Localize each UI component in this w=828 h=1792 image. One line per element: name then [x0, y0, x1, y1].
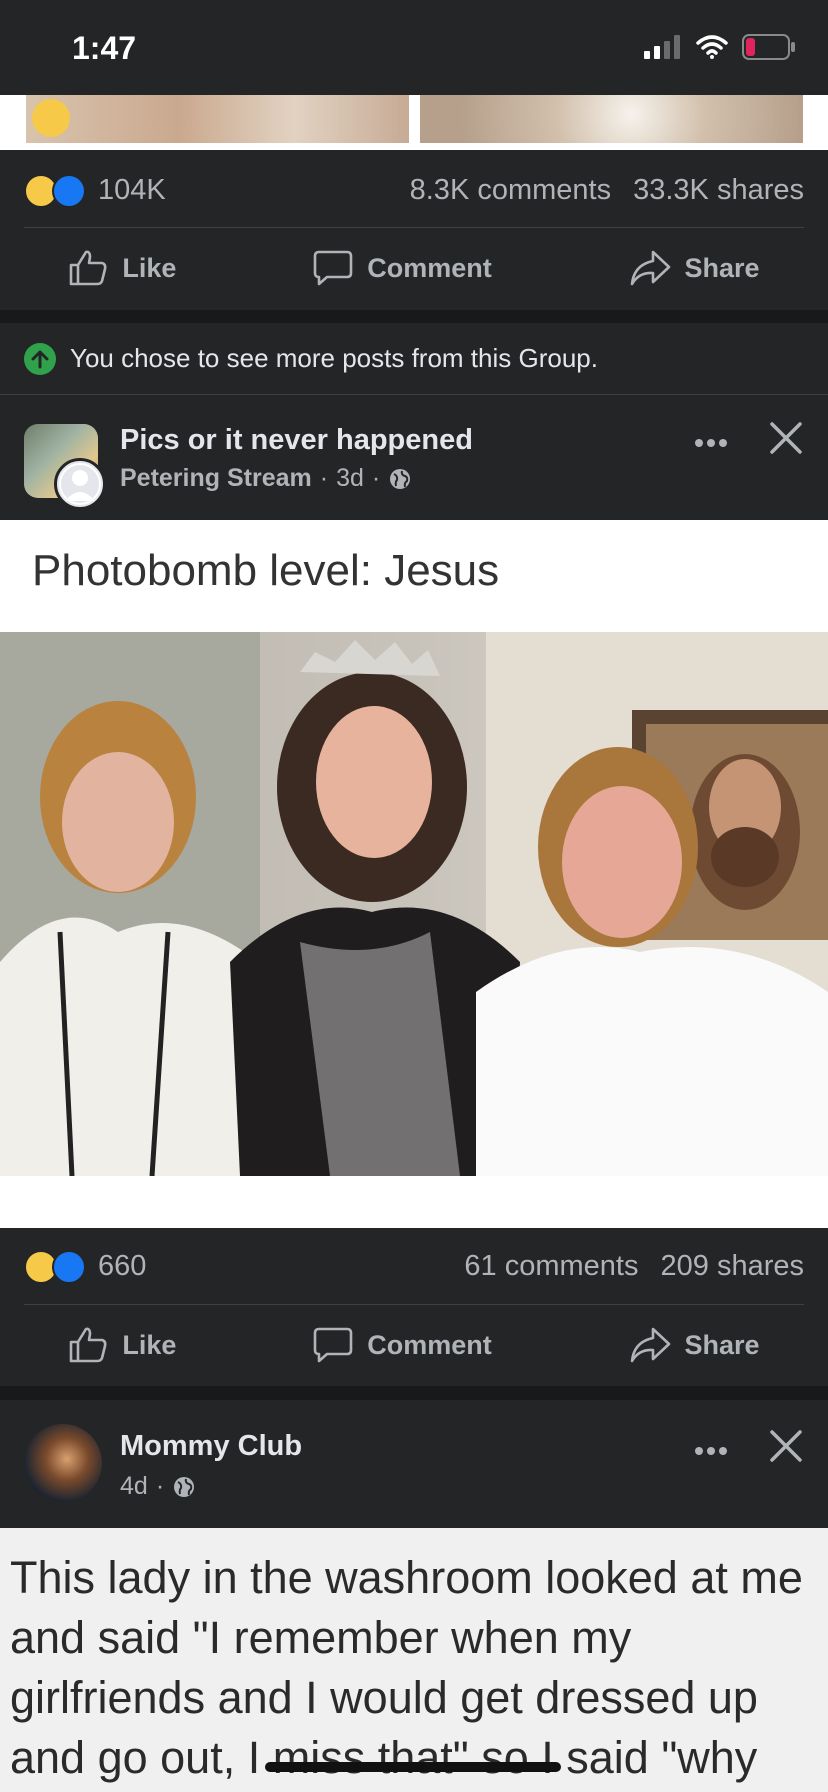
post-stats: 660 61 comments 209 shares	[24, 1236, 804, 1296]
meta-separator: ·	[371, 464, 381, 492]
globe-icon	[174, 1476, 195, 1497]
user-placeholder-icon	[59, 463, 101, 505]
comments-count[interactable]: 8.3K comments	[410, 174, 611, 207]
post-header: Pics or it never happened Petering Strea…	[0, 396, 828, 520]
post-image-text: This lady in the washroom looked at me a…	[10, 1552, 803, 1783]
like-label: Like	[122, 252, 177, 283]
author-avatar[interactable]	[54, 458, 106, 510]
more-options-icon	[695, 439, 727, 447]
comment-bubble-icon	[313, 1327, 353, 1363]
like-label: Like	[122, 1329, 177, 1360]
reactions-summary[interactable]: 104K	[24, 172, 166, 208]
like-button[interactable]: Like	[68, 249, 176, 287]
post-footer: 660 61 comments 209 shares Like Comment …	[0, 1228, 828, 1386]
photo-content	[0, 632, 828, 1176]
more-options-icon	[695, 1447, 727, 1455]
comments-count[interactable]: 61 comments	[464, 1250, 638, 1283]
status-icons	[644, 34, 796, 60]
group-notice: You chose to see more posts from this Gr…	[0, 323, 828, 395]
post-actions: Like Comment Share	[0, 228, 828, 308]
meta-separator: ·	[319, 464, 329, 492]
post-time[interactable]: 3d	[336, 464, 364, 493]
laughing-emoji-icon	[32, 99, 70, 137]
comment-button[interactable]: Comment	[313, 249, 492, 287]
photo-thumbnail[interactable]	[420, 95, 803, 143]
post-image-bottom	[0, 1176, 828, 1228]
close-icon	[770, 422, 802, 454]
share-button[interactable]: Share	[629, 249, 760, 287]
thumbs-up-icon	[70, 1327, 107, 1363]
group-name[interactable]: Pics or it never happened	[120, 424, 473, 457]
post-meta: 4d ·	[120, 1472, 196, 1501]
author-name[interactable]: Petering Stream	[120, 464, 312, 493]
wifi-icon	[696, 35, 728, 59]
post-header: Mommy Club 4d ·	[0, 1400, 828, 1528]
share-label: Share	[684, 1329, 760, 1360]
previous-post-photos[interactable]	[0, 95, 828, 150]
more-options-button[interactable]	[694, 1430, 728, 1464]
comment-button[interactable]: Comment	[313, 1326, 492, 1364]
reactions-summary[interactable]: 660	[24, 1248, 146, 1284]
status-bar: 1:47	[0, 0, 828, 95]
comment-bubble-icon	[313, 250, 353, 286]
like-reaction-icon	[52, 1250, 86, 1284]
close-icon	[770, 1430, 802, 1462]
post-caption: Photobomb level: Jesus	[32, 546, 500, 595]
thumbs-up-icon	[70, 250, 107, 286]
battery-low-icon	[742, 34, 795, 60]
shares-count[interactable]: 33.3K shares	[633, 174, 804, 207]
globe-icon	[390, 468, 411, 489]
group-avatar[interactable]	[24, 1424, 102, 1502]
notice-text: You chose to see more posts from this Gr…	[70, 343, 598, 373]
home-indicator[interactable]	[265, 1762, 561, 1772]
post-stats: 104K 8.3K comments 33.3K shares	[24, 160, 804, 220]
meta-separator: ·	[155, 1472, 165, 1500]
hide-post-button[interactable]	[768, 1428, 804, 1469]
like-button[interactable]: Like	[68, 1326, 176, 1364]
status-time: 1:47	[72, 30, 137, 66]
photo-thumbnail[interactable]	[26, 95, 409, 143]
post-footer: 104K 8.3K comments 33.3K shares Like Com…	[0, 150, 828, 310]
share-arrow-icon	[630, 1327, 670, 1363]
post-image[interactable]: This lady in the washroom looked at me a…	[0, 1528, 828, 1792]
feed-separator	[0, 310, 828, 323]
post-time[interactable]: 4d	[120, 1472, 148, 1501]
group-name[interactable]: Mommy Club	[120, 1430, 302, 1463]
more-options-button[interactable]	[694, 422, 728, 456]
share-label: Share	[684, 252, 760, 283]
post-photo[interactable]	[0, 632, 828, 1176]
up-arrow-icon	[24, 342, 56, 375]
signal-bars-icon	[644, 35, 680, 59]
share-button[interactable]: Share	[629, 1326, 760, 1364]
reaction-count: 660	[98, 1249, 147, 1282]
share-arrow-icon	[630, 250, 670, 286]
comment-label: Comment	[367, 1329, 492, 1360]
post-actions: Like Comment Share	[0, 1305, 828, 1385]
post-meta: Petering Stream · 3d ·	[120, 464, 412, 493]
feed-separator	[0, 1386, 828, 1400]
reaction-count: 104K	[98, 173, 166, 206]
shares-count[interactable]: 209 shares	[661, 1250, 805, 1283]
hide-post-button[interactable]	[768, 420, 804, 461]
post-image-caption-area[interactable]: Photobomb level: Jesus	[0, 520, 828, 632]
like-reaction-icon	[52, 174, 86, 208]
comment-label: Comment	[367, 252, 492, 283]
